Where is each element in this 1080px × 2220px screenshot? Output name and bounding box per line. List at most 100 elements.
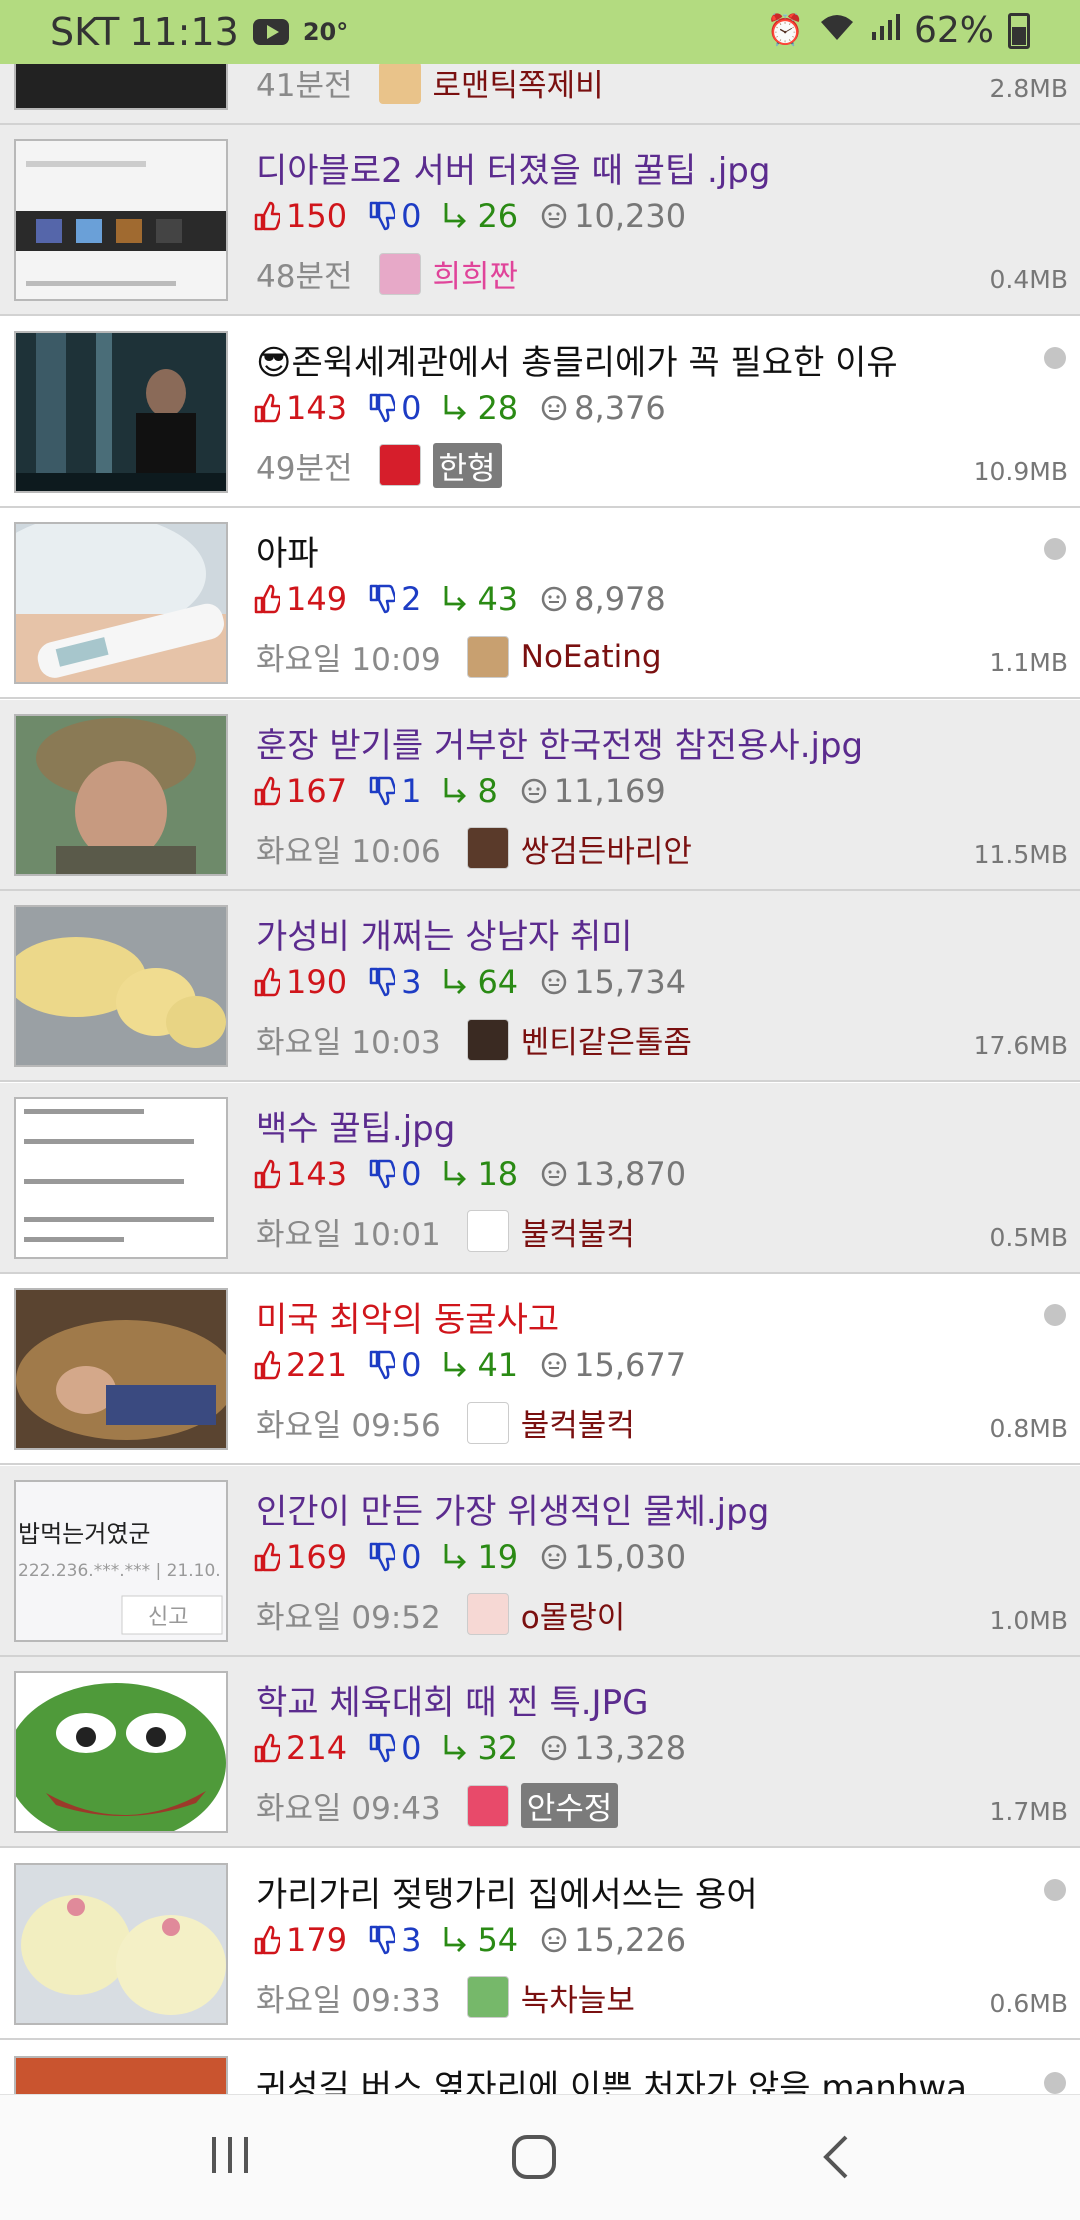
home-button[interactable] [510,2133,558,2185]
post-row[interactable]: 밥먹는거였군 222.236.***.*** | 21.10. 신고 인간이 만든 가… [0,1465,1080,1657]
thumbs-up-icon [254,1925,280,1954]
post-title[interactable]: 훈장 받기를 거부한 한국전쟁 참전용사.jpg [256,718,863,767]
post-title[interactable]: 디아블로2 서버 터졌을 때 꿀팁 .jpg [256,143,770,192]
carrier-label: SKT [50,10,120,54]
post-thumbnail[interactable] [14,522,228,684]
author-avatar[interactable] [378,252,421,295]
post-size: 0.5MB [989,1222,1068,1252]
post-row[interactable]: 훈장 받기를 거부한 한국전쟁 참전용사.jpg 167 1 8 11,169 화요일 1… [0,699,1080,891]
post-row[interactable]: 백수 꿀팁.jpg 143 0 18 13,870 화요일 10:01 불컥불컥 0.5MB [0,1082,1080,1274]
post-thumbnail[interactable] [14,1671,228,1833]
post-author[interactable]: o몰랑이 [521,1592,626,1637]
author-avatar[interactable] [466,1976,509,2018]
post-thumbnail[interactable] [14,1862,228,2025]
view-count: 8,376 [540,389,666,427]
post-row[interactable]: 가성비 개쩌는 상남자 취미 190 3 64 15,734 화요일 10:03 벤티같은톨… [0,891,1080,1082]
post-author[interactable]: 불컥불컥 [521,1209,635,1254]
post-row[interactable]: 가리가리 젖탱가리 집에서쓰는 용어 179 3 54 15,226 화요일 09:33 녹… [0,1848,1080,2040]
post-row[interactable]: 디아블로2 서버 터졌을 때 꿀팁 .jpg 150 0 26 10,230 48분전 희희… [0,125,1080,316]
post-title[interactable]: 인간이 만든 가장 위생적인 물체.jpg [256,1484,769,1533]
author-avatar[interactable] [466,1401,509,1444]
downvote-count: 3 [369,1921,421,1959]
view-count: 15,030 [540,1538,686,1576]
views-icon [541,203,567,229]
post-row[interactable]: 아파 149 2 43 8,978 화요일 10:09 NoEating 1.1MB [0,508,1080,699]
reply-arrow-icon [445,203,467,228]
post-thumbnail[interactable] [14,1288,228,1450]
post-author[interactable]: 녹차늘보 [521,1975,635,2020]
upvote-count: 214 [254,1729,347,1767]
author-avatar[interactable] [466,827,509,869]
upvote-count: 221 [254,1346,347,1384]
view-count: 11,169 [520,772,666,810]
reply-arrow-icon [445,777,467,803]
post-title[interactable]: 백수 꿀팁.jpg [256,1101,455,1150]
battery-percent: 62% [913,10,994,51]
reply-count: 41 [443,1346,518,1384]
author-avatar[interactable] [378,444,421,486]
post-time: 화요일 10:01 [256,1216,441,1253]
upvote-count: 190 [254,963,347,1001]
youtube-icon [252,19,289,45]
upvote-count: 169 [254,1538,347,1576]
thumbs-down-icon [369,584,396,614]
author-avatar [378,61,421,104]
post-author[interactable]: 한형 [432,442,502,488]
recent-apps-button[interactable] [208,2133,252,2181]
post-author[interactable]: 안수정 [520,1783,619,1828]
post-author[interactable]: 로맨틱쪽제비 [433,60,604,105]
post-thumbnail[interactable] [14,713,228,876]
post-size: 0.4MB [989,265,1068,294]
author-avatar[interactable] [466,1018,509,1061]
post-row-partial-bottom[interactable]: 귀성길 버스 옆자리에 이쁜 처자가 앉음.manhwa [0,2042,1080,2094]
post-meta: 화요일 09:33 녹차늘보 [256,1975,635,2020]
post-thumbnail[interactable] [14,1096,228,1259]
post-meta: 48분전 희희짠 [256,251,518,296]
post-size: 0.6MB [989,1988,1068,2018]
post-author[interactable]: 불컥불컥 [521,1400,635,1445]
views-icon [541,1544,567,1569]
post-title[interactable]: 가리가리 젖탱가리 집에서쓰는 용어 [256,1867,758,1916]
back-button[interactable] [818,2133,858,2185]
post-author[interactable]: 희희짠 [433,251,519,296]
view-count: 13,870 [540,1155,686,1193]
author-avatar[interactable] [466,635,509,678]
wifi-icon [818,10,856,51]
post-author[interactable]: NoEating [521,639,662,675]
post-list: 41분전 로맨틱쪽제비 2.8MB 디아블로2 서버 터졌을 때 꿀팁 .jpg… [0,0,1080,2094]
post-row[interactable]: 학교 체육대회 때 찐 특.JPG 214 0 32 13,328 화요일 09:43 안수… [0,1657,1080,1848]
back-icon [823,2135,848,2179]
thumbs-up-icon [254,776,280,805]
post-thumbnail[interactable]: 밥먹는거였군 222.236.***.*** | 21.10. 신고 [14,1479,228,1642]
post-thumbnail[interactable] [14,905,228,1067]
recent-apps-icon [212,2137,248,2173]
author-avatar[interactable] [466,1593,509,1635]
alarm-icon: ⏰ [766,13,804,48]
post-title[interactable]: 가성비 개쩌는 상남자 취미 [256,909,633,958]
post-author[interactable]: 쌍검든바리안 [521,826,692,871]
post-time: 48분전 [256,259,353,295]
post-title[interactable]: 귀성길 버스 옆자리에 이쁜 처자가 앉음.manhwa [256,2060,967,2094]
post-thumbnail[interactable] [14,330,228,493]
post-meta: 화요일 09:56 불컥불컥 [256,1400,635,1445]
post-time: 화요일 09:56 [256,1408,441,1444]
author-avatar[interactable] [466,1784,509,1827]
post-meta: 화요일 09:43 안수정 [256,1783,619,1828]
thumbs-down-icon [369,1350,396,1380]
post-time: 화요일 10:09 [256,642,441,678]
post-title[interactable]: 아파 [256,526,319,575]
post-title[interactable]: 😎존윅세계관에서 총믈리에가 꼭 필요한 이유 [256,335,898,384]
post-author[interactable]: 벤티같은톨좀 [521,1017,692,1062]
views-icon [541,1735,567,1761]
post-meta: 화요일 10:03 벤티같은톨좀 [256,1017,692,1062]
post-title[interactable]: 학교 체육대회 때 찐 특.JPG [256,1675,648,1724]
reply-arrow-icon [445,1735,467,1760]
post-row[interactable]: 미국 최악의 동굴사고 221 0 41 15,677 화요일 09:56 불컥불컥 0.8M… [0,1274,1080,1465]
author-avatar[interactable] [466,1210,509,1252]
views-icon [541,586,567,612]
post-title[interactable]: 미국 최악의 동굴사고 [256,1292,559,1341]
svg-text:222.236.***.*** | 21.10.: 222.236.***.*** | 21.10. [18,1561,221,1581]
post-row[interactable]: 😎존윅세계관에서 총믈리에가 꼭 필요한 이유 143 0 28 8,376 49분전 한형… [0,316,1080,508]
post-thumbnail[interactable] [14,139,228,301]
view-count: 8,978 [540,580,666,618]
